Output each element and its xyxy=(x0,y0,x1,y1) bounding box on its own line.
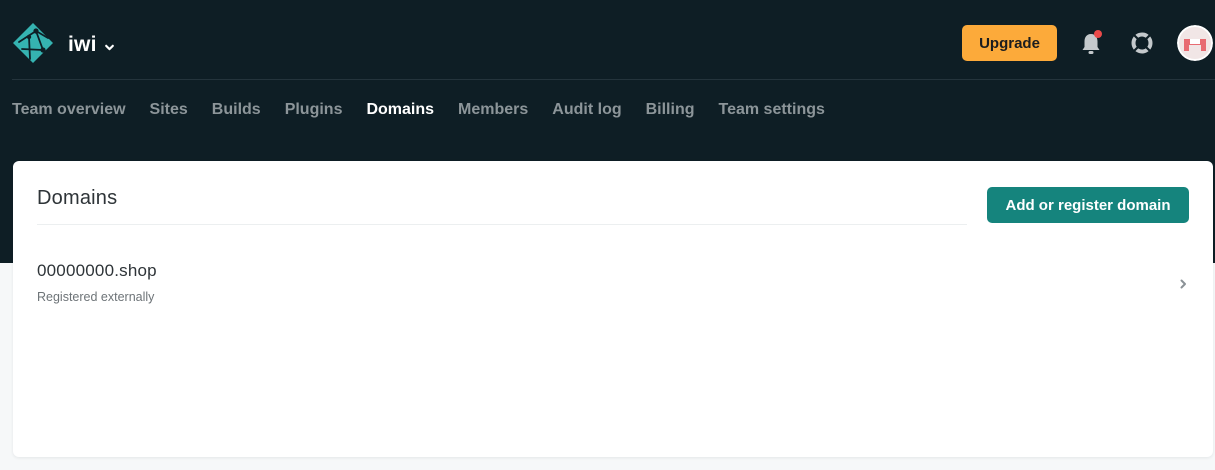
nav-audit-log[interactable]: Audit log xyxy=(552,98,621,122)
domain-status: Registered externally xyxy=(37,290,155,304)
nav-team-overview[interactable]: Team overview xyxy=(12,98,126,122)
domain-name: 00000000.shop xyxy=(37,261,157,280)
team-name: iwi xyxy=(68,33,97,56)
nav-builds[interactable]: Builds xyxy=(212,98,261,122)
header-divider xyxy=(12,79,1215,80)
page-title: Domains xyxy=(37,187,118,209)
chevron-down-icon xyxy=(104,44,114,50)
user-avatar[interactable] xyxy=(1177,25,1213,61)
chevron-right-icon xyxy=(1180,279,1186,289)
team-nav: Team overview Sites Builds Plugins Domai… xyxy=(12,98,825,122)
nav-members[interactable]: Members xyxy=(458,98,528,122)
add-or-register-domain-button[interactable]: Add or register domain xyxy=(987,187,1189,223)
domain-list-item[interactable]: 00000000.shop Registered externally xyxy=(13,257,1213,313)
domains-card: Domains Add or register domain 00000000.… xyxy=(13,161,1213,457)
nav-domains[interactable]: Domains xyxy=(366,98,434,122)
nav-team-settings[interactable]: Team settings xyxy=(719,98,825,122)
team-switcher[interactable]: iwi xyxy=(68,31,115,59)
lifebuoy-icon[interactable] xyxy=(1130,31,1154,55)
card-divider xyxy=(37,224,967,225)
nav-billing[interactable]: Billing xyxy=(646,98,695,122)
netlify-logo-icon[interactable] xyxy=(12,22,54,64)
nav-sites[interactable]: Sites xyxy=(150,98,188,122)
nav-plugins[interactable]: Plugins xyxy=(285,98,343,122)
upgrade-button[interactable]: Upgrade xyxy=(962,25,1057,61)
bell-icon[interactable] xyxy=(1078,28,1106,58)
